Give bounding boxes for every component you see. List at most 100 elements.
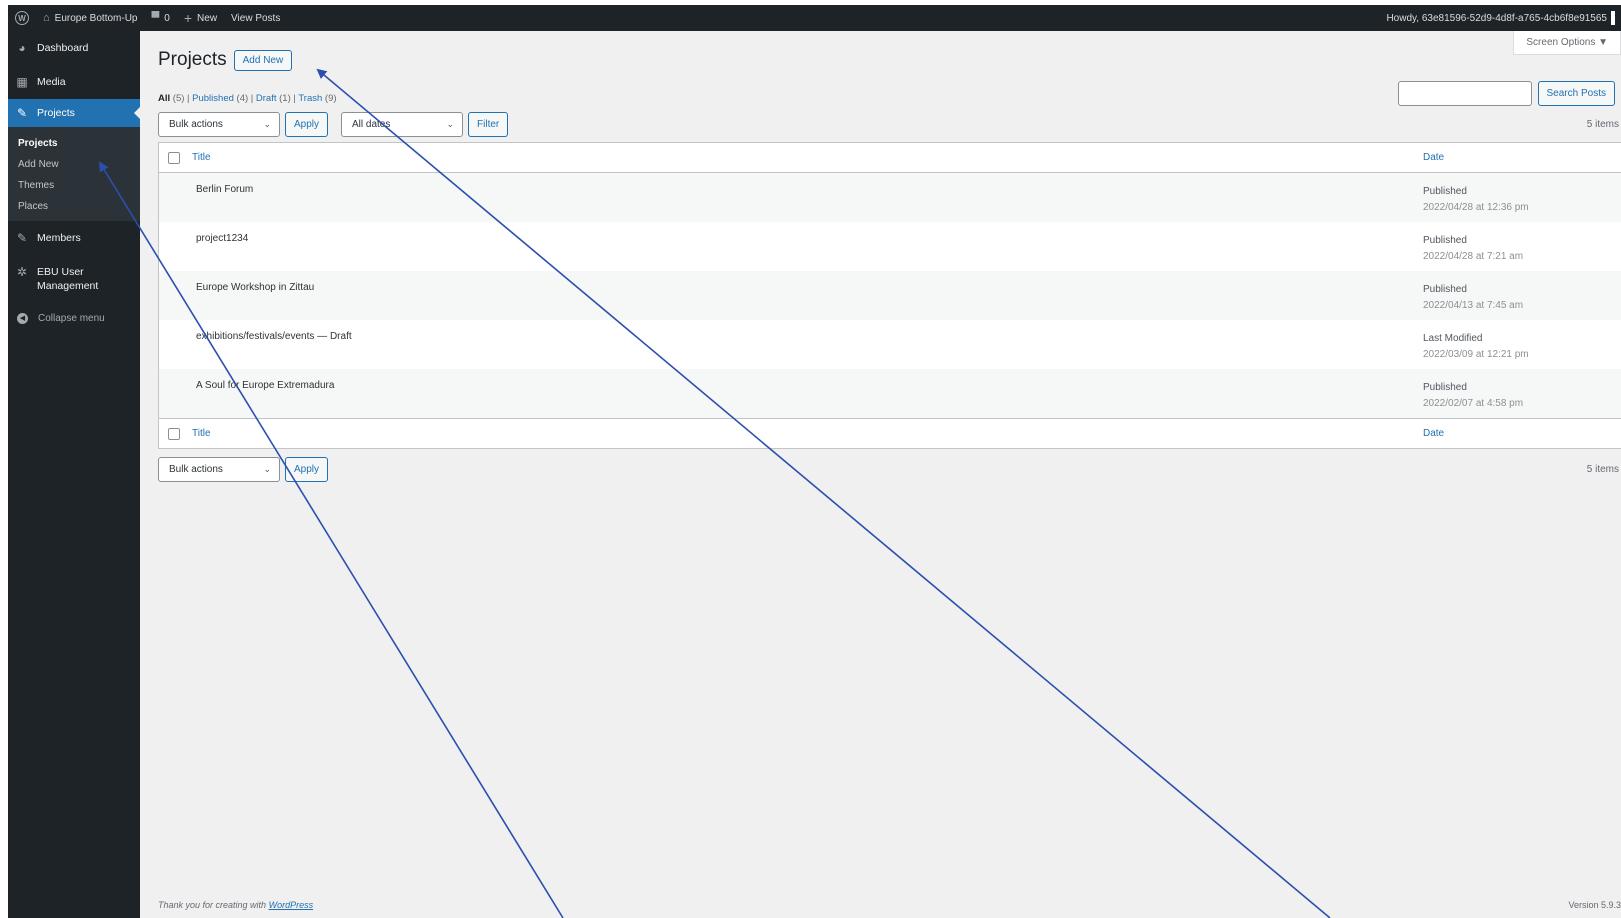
row-date-status: Last Modified <box>1423 333 1483 344</box>
page-heading: Projects Add New <box>158 49 293 71</box>
row-title-link[interactable]: exhibitions/festivals/events — Draft <box>159 320 1423 369</box>
row-date-time: 2022/04/28 at 7:21 am <box>1423 251 1524 262</box>
footer-version: Version 5.9.3 <box>1568 900 1621 910</box>
menu-item-label: Dashboard <box>37 42 89 54</box>
row-date-status: Published <box>1423 382 1467 393</box>
menu-item-label: Members <box>37 232 81 244</box>
wordpress-logo-icon: W <box>15 11 29 25</box>
filter-button[interactable]: Filter <box>468 112 509 137</box>
filter-trash[interactable]: Trash <box>298 93 322 104</box>
chevron-down-icon: ⌄ <box>263 464 271 474</box>
gear-icon: ✲ <box>16 265 28 279</box>
add-new-button[interactable]: Add New <box>233 49 293 71</box>
pushpin-icon: ✎ <box>16 231 28 245</box>
date-filter-value: All dates <box>352 119 391 130</box>
filter-all-count: (5) <box>172 93 185 104</box>
row-date: Published 2022/04/13 at 7:45 am <box>1423 271 1621 320</box>
row-date: Last Modified 2022/03/09 at 12:21 pm <box>1423 320 1621 369</box>
filter-all[interactable]: All <box>158 93 170 104</box>
tablenav-bottom: Bulk actions ⌄ Apply 5 items <box>158 457 1621 482</box>
wordpress-link[interactable]: WordPress <box>269 900 314 910</box>
menu-item-label: Projects <box>37 107 75 119</box>
projects-submenu: Projects Add New Themes Places <box>8 127 140 221</box>
row-date-status: Published <box>1423 235 1467 246</box>
menu-item-ebu-user-management[interactable]: ✲ EBU User Management <box>8 255 140 301</box>
column-footer-date[interactable]: Date <box>1423 428 1621 439</box>
post-status-filters: All (5) | Published (4) | Draft (1) | Tr… <box>158 93 337 104</box>
wp-admin-window: W ⌂ Europe Bottom-Up ▀ 0 + New View Post… <box>8 5 1621 918</box>
footer-thanks: Thank you for creating with WordPress <box>158 900 313 910</box>
comments-count: 0 <box>164 12 170 24</box>
main-content: Screen Options ▼ Projects Add New All (5… <box>158 31 1621 918</box>
my-account-menu[interactable]: Howdy, 63e81596-52d9-4d8f-a765-4cb6f8e91… <box>1379 5 1621 31</box>
submenu-item-add-new[interactable]: Add New <box>8 154 140 175</box>
page-title: Projects <box>158 49 227 70</box>
bulk-actions-select-bottom[interactable]: Bulk actions ⌄ <box>158 457 280 482</box>
row-date-status: Published <box>1423 186 1467 197</box>
bulk-actions-select[interactable]: Bulk actions ⌄ <box>158 112 280 137</box>
row-date-time: 2022/04/13 at 7:45 am <box>1423 300 1524 311</box>
bulk-actions-value: Bulk actions <box>169 119 223 130</box>
projects-table: Title Date Berlin Forum Published 2022/0… <box>158 142 1621 449</box>
pushpin-icon: ✎ <box>16 106 28 120</box>
row-date-time: 2022/03/09 at 12:21 pm <box>1423 349 1529 360</box>
menu-item-projects[interactable]: ✎ Projects <box>8 99 140 127</box>
new-content-menu[interactable]: + New <box>177 5 224 31</box>
submenu-item-themes[interactable]: Themes <box>8 175 140 196</box>
submenu-item-places[interactable]: Places <box>8 196 140 217</box>
menu-item-dashboard[interactable]: ◕ Dashboard <box>8 31 140 65</box>
row-date-time: 2022/04/28 at 12:36 pm <box>1423 202 1529 213</box>
select-all-checkbox[interactable] <box>168 151 180 164</box>
row-title-link[interactable]: Berlin Forum <box>159 173 1423 222</box>
table-row: exhibitions/festivals/events — Draft Las… <box>159 320 1621 369</box>
submenu-item-projects[interactable]: Projects <box>8 133 140 154</box>
dashboard-gauge-icon: ◕ <box>18 41 26 55</box>
new-label: New <box>197 12 218 24</box>
search-input[interactable] <box>1397 81 1532 106</box>
menu-item-label: Media <box>37 76 66 88</box>
items-count: 5 items <box>1586 119 1619 130</box>
table-row: project1234 Published 2022/04/28 at 7:21… <box>159 222 1621 271</box>
wordpress-logo-menu[interactable]: W <box>8 5 36 31</box>
menu-item-label-line-1: EBU User <box>37 266 84 278</box>
filter-published[interactable]: Published <box>192 93 234 104</box>
menu-item-media[interactable]: ▦ Media <box>8 65 140 99</box>
column-header-date[interactable]: Date <box>1423 152 1621 163</box>
apply-button-bottom[interactable]: Apply <box>285 457 329 482</box>
row-date-status: Published <box>1423 284 1467 295</box>
row-date-time: 2022/02/07 at 4:58 pm <box>1423 398 1524 409</box>
filter-draft[interactable]: Draft <box>256 93 277 104</box>
view-posts-label: View Posts <box>231 12 281 24</box>
table-row: A Soul for Europe Extremadura Published … <box>159 369 1621 418</box>
search-posts-button[interactable]: Search Posts <box>1537 81 1615 106</box>
bulk-actions-value: Bulk actions <box>169 464 223 475</box>
apply-button[interactable]: Apply <box>285 112 329 137</box>
plus-icon: + <box>183 10 193 26</box>
home-icon: ⌂ <box>43 12 50 24</box>
admin-sidebar: ◕ Dashboard ▦ Media ✎ Projects Projects … <box>8 31 140 918</box>
menu-item-members[interactable]: ✎ Members <box>8 221 140 255</box>
collapse-menu-button[interactable]: ◀ Collapse menu <box>8 301 140 335</box>
site-name-link[interactable]: ⌂ Europe Bottom-Up <box>36 5 144 31</box>
footer-thanks-text: Thank you for creating with <box>158 900 267 910</box>
table-header: Title Date <box>159 143 1621 173</box>
date-filter-select[interactable]: All dates ⌄ <box>341 112 464 137</box>
view-posts-link[interactable]: View Posts <box>224 5 287 31</box>
table-body: Berlin Forum Published 2022/04/28 at 12:… <box>159 173 1621 418</box>
column-footer-title[interactable]: Title <box>192 428 1423 439</box>
select-all-checkbox-bottom[interactable] <box>168 427 180 440</box>
howdy-text: Howdy, 63e81596-52d9-4d8f-a765-4cb6f8e91… <box>1386 12 1607 24</box>
column-header-title[interactable]: Title <box>192 152 1423 163</box>
items-count-bottom: 5 items <box>1586 464 1619 475</box>
row-title-link[interactable]: Europe Workshop in Zittau <box>159 271 1423 320</box>
collapse-arrow-icon: ◀ <box>17 312 28 324</box>
menu-item-label: EBU User Management <box>37 265 98 293</box>
screen-options-button[interactable]: Screen Options ▼ <box>1513 31 1621 55</box>
row-date: Published 2022/04/28 at 7:21 am <box>1423 222 1621 271</box>
row-date: Published 2022/04/28 at 12:36 pm <box>1423 173 1621 222</box>
table-footer: Title Date <box>159 418 1621 448</box>
row-title-link[interactable]: A Soul for Europe Extremadura <box>159 369 1423 418</box>
menu-item-label-line-2: Management <box>37 280 99 292</box>
comments-link[interactable]: ▀ 0 <box>144 5 176 31</box>
row-title-link[interactable]: project1234 <box>159 222 1423 271</box>
